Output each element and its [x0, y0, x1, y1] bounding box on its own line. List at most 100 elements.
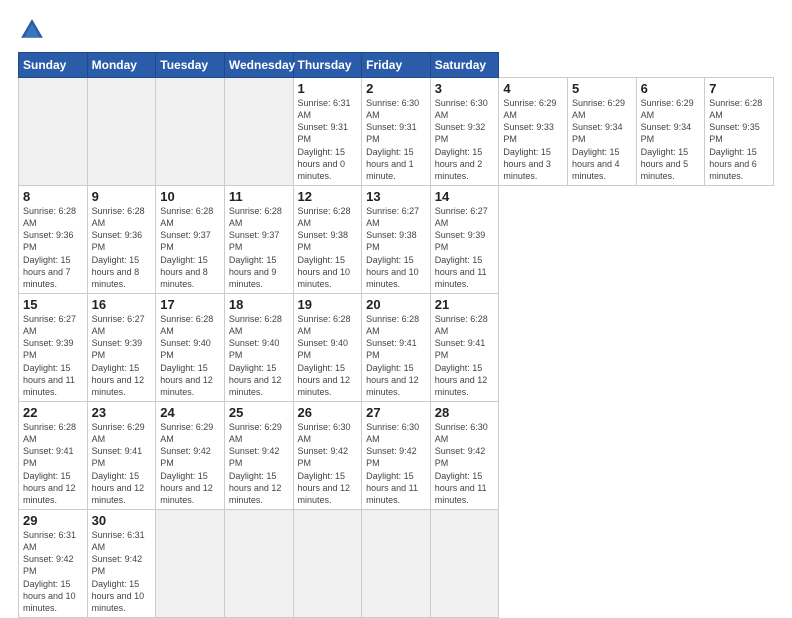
calendar-cell: 11Sunrise: 6:28 AMSunset: 9:37 PMDayligh…: [224, 185, 293, 293]
day-number: 27: [366, 405, 426, 420]
day-info: Sunrise: 6:31 AMSunset: 9:42 PMDaylight:…: [92, 530, 145, 613]
calendar-cell: 10 Sunrise: 6:28 AMSunset: 9:37 PMDayligh…: [156, 185, 225, 293]
calendar-cell: 1 Sunrise: 6:31 AMSunset: 9:31 PMDaylight…: [293, 78, 362, 186]
day-number: 17: [160, 297, 220, 312]
day-info: Sunrise: 6:28 AMSunset: 9:37 PMDaylight:…: [160, 206, 213, 289]
calendar-cell: 29Sunrise: 6:31 AMSunset: 9:42 PMDayligh…: [19, 509, 88, 617]
calendar-cell: [87, 78, 156, 186]
day-number: 7: [709, 81, 769, 96]
day-info: Sunrise: 6:27 AMSunset: 9:39 PMDaylight:…: [23, 314, 76, 397]
page: SundayMondayTuesdayWednesdayThursdayFrid…: [0, 0, 792, 612]
day-number: 16: [92, 297, 152, 312]
day-number: 18: [229, 297, 289, 312]
day-number: 13: [366, 189, 426, 204]
calendar-cell: 2 Sunrise: 6:30 AMSunset: 9:31 PMDaylight…: [362, 78, 431, 186]
day-number: 28: [435, 405, 495, 420]
day-info: Sunrise: 6:28 AMSunset: 9:41 PMDaylight:…: [23, 422, 76, 505]
calendar-cell: 23 Sunrise: 6:29 AMSunset: 9:41 PMDayligh…: [87, 401, 156, 509]
calendar-cell: 12 Sunrise: 6:28 AMSunset: 9:38 PMDayligh…: [293, 185, 362, 293]
calendar-cell: [293, 509, 362, 617]
day-number: 3: [435, 81, 495, 96]
day-number: 8: [23, 189, 83, 204]
day-info: Sunrise: 6:28 AMSunset: 9:40 PMDaylight:…: [229, 314, 282, 397]
day-info: Sunrise: 6:30 AMSunset: 9:31 PMDaylight:…: [366, 98, 419, 181]
calendar-cell: 21 Sunrise: 6:28 AMSunset: 9:41 PMDayligh…: [430, 293, 499, 401]
day-info: Sunrise: 6:29 AMSunset: 9:33 PMDaylight:…: [503, 98, 556, 181]
calendar-week-5: 29Sunrise: 6:31 AMSunset: 9:42 PMDayligh…: [19, 509, 774, 617]
calendar-cell: 26 Sunrise: 6:30 AMSunset: 9:42 PMDayligh…: [293, 401, 362, 509]
calendar-cell: 24 Sunrise: 6:29 AMSunset: 9:42 PMDayligh…: [156, 401, 225, 509]
day-info: Sunrise: 6:28 AMSunset: 9:41 PMDaylight:…: [366, 314, 419, 397]
day-number: 19: [298, 297, 358, 312]
day-info: Sunrise: 6:29 AMSunset: 9:42 PMDaylight:…: [229, 422, 282, 505]
day-number: 15: [23, 297, 83, 312]
calendar-week-1: 1 Sunrise: 6:31 AMSunset: 9:31 PMDaylight…: [19, 78, 774, 186]
day-number: 4: [503, 81, 563, 96]
day-number: 1: [298, 81, 358, 96]
calendar-cell: 4 Sunrise: 6:29 AMSunset: 9:33 PMDaylight…: [499, 78, 568, 186]
day-info: Sunrise: 6:30 AMSunset: 9:42 PMDaylight:…: [366, 422, 419, 505]
weekday-header-tuesday: Tuesday: [156, 53, 225, 78]
calendar-cell: [19, 78, 88, 186]
calendar-cell: 20 Sunrise: 6:28 AMSunset: 9:41 PMDayligh…: [362, 293, 431, 401]
day-info: Sunrise: 6:27 AMSunset: 9:39 PMDaylight:…: [435, 206, 488, 289]
calendar-week-4: 22Sunrise: 6:28 AMSunset: 9:41 PMDayligh…: [19, 401, 774, 509]
day-info: Sunrise: 6:31 AMSunset: 9:42 PMDaylight:…: [23, 530, 76, 613]
weekday-header-row: SundayMondayTuesdayWednesdayThursdayFrid…: [19, 53, 774, 78]
calendar-cell: 13 Sunrise: 6:27 AMSunset: 9:38 PMDayligh…: [362, 185, 431, 293]
calendar-cell: [224, 509, 293, 617]
day-info: Sunrise: 6:28 AMSunset: 9:36 PMDaylight:…: [92, 206, 145, 289]
calendar-cell: 30 Sunrise: 6:31 AMSunset: 9:42 PMDayligh…: [87, 509, 156, 617]
calendar-cell: 7Sunrise: 6:28 AMSunset: 9:35 PMDaylight…: [705, 78, 774, 186]
day-number: 12: [298, 189, 358, 204]
day-info: Sunrise: 6:29 AMSunset: 9:34 PMDaylight:…: [572, 98, 625, 181]
logo-icon: [18, 16, 46, 44]
day-info: Sunrise: 6:29 AMSunset: 9:41 PMDaylight:…: [92, 422, 145, 505]
calendar-cell: 27 Sunrise: 6:30 AMSunset: 9:42 PMDayligh…: [362, 401, 431, 509]
day-number: 26: [298, 405, 358, 420]
day-number: 6: [641, 81, 701, 96]
day-number: 23: [92, 405, 152, 420]
day-info: Sunrise: 6:27 AMSunset: 9:39 PMDaylight:…: [92, 314, 145, 397]
day-number: 10: [160, 189, 220, 204]
day-number: 11: [229, 189, 289, 204]
day-number: 20: [366, 297, 426, 312]
day-info: Sunrise: 6:28 AMSunset: 9:41 PMDaylight:…: [435, 314, 488, 397]
weekday-header-wednesday: Wednesday: [224, 53, 293, 78]
calendar-cell: 6 Sunrise: 6:29 AMSunset: 9:34 PMDaylight…: [636, 78, 705, 186]
calendar-cell: 14 Sunrise: 6:27 AMSunset: 9:39 PMDayligh…: [430, 185, 499, 293]
weekday-header-saturday: Saturday: [430, 53, 499, 78]
day-info: Sunrise: 6:30 AMSunset: 9:32 PMDaylight:…: [435, 98, 488, 181]
day-info: Sunrise: 6:28 AMSunset: 9:40 PMDaylight:…: [160, 314, 213, 397]
calendar-cell: 5 Sunrise: 6:29 AMSunset: 9:34 PMDaylight…: [568, 78, 637, 186]
day-info: Sunrise: 6:29 AMSunset: 9:42 PMDaylight:…: [160, 422, 213, 505]
calendar-cell: 28Sunrise: 6:30 AMSunset: 9:42 PMDayligh…: [430, 401, 499, 509]
calendar-cell: 16 Sunrise: 6:27 AMSunset: 9:39 PMDayligh…: [87, 293, 156, 401]
day-info: Sunrise: 6:28 AMSunset: 9:38 PMDaylight:…: [298, 206, 351, 289]
day-info: Sunrise: 6:30 AMSunset: 9:42 PMDaylight:…: [298, 422, 351, 505]
day-info: Sunrise: 6:27 AMSunset: 9:38 PMDaylight:…: [366, 206, 419, 289]
day-number: 24: [160, 405, 220, 420]
calendar-cell: [224, 78, 293, 186]
calendar-cell: 9Sunrise: 6:28 AMSunset: 9:36 PMDaylight…: [87, 185, 156, 293]
day-number: 2: [366, 81, 426, 96]
day-info: Sunrise: 6:28 AMSunset: 9:36 PMDaylight:…: [23, 206, 76, 289]
day-number: 21: [435, 297, 495, 312]
calendar-cell: 17 Sunrise: 6:28 AMSunset: 9:40 PMDayligh…: [156, 293, 225, 401]
calendar-cell: 15 Sunrise: 6:27 AMSunset: 9:39 PMDayligh…: [19, 293, 88, 401]
calendar-cell: 3 Sunrise: 6:30 AMSunset: 9:32 PMDaylight…: [430, 78, 499, 186]
calendar-week-2: 8 Sunrise: 6:28 AMSunset: 9:36 PMDaylight…: [19, 185, 774, 293]
calendar-cell: [430, 509, 499, 617]
calendar-table: SundayMondayTuesdayWednesdayThursdayFrid…: [18, 52, 774, 618]
day-number: 14: [435, 189, 495, 204]
day-info: Sunrise: 6:29 AMSunset: 9:34 PMDaylight:…: [641, 98, 694, 181]
calendar-cell: 8 Sunrise: 6:28 AMSunset: 9:36 PMDaylight…: [19, 185, 88, 293]
day-info: Sunrise: 6:31 AMSunset: 9:31 PMDaylight:…: [298, 98, 351, 181]
day-number: 5: [572, 81, 632, 96]
calendar-cell: [156, 509, 225, 617]
calendar-week-3: 15 Sunrise: 6:27 AMSunset: 9:39 PMDayligh…: [19, 293, 774, 401]
logo: [18, 16, 50, 44]
day-number: 30: [92, 513, 152, 528]
weekday-header-monday: Monday: [87, 53, 156, 78]
calendar-cell: 18 Sunrise: 6:28 AMSunset: 9:40 PMDayligh…: [224, 293, 293, 401]
